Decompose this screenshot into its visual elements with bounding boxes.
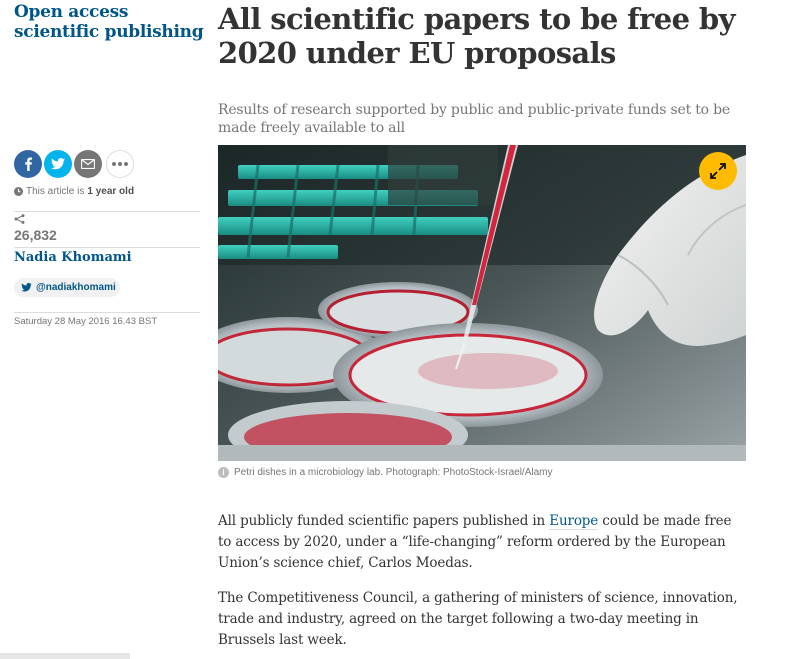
series-title[interactable]: Open access scientific publishing (14, 2, 204, 42)
email-icon (81, 159, 95, 169)
expand-icon (710, 163, 726, 179)
more-share-button[interactable] (106, 150, 134, 178)
author-byline[interactable]: Nadia Khomami (14, 250, 132, 265)
article-age-value: 1 year old (87, 186, 135, 197)
europe-link[interactable]: Europe (549, 513, 598, 530)
clock-icon (14, 187, 23, 196)
share-icon (14, 214, 25, 224)
article-age: This article is 1 year old (14, 186, 134, 197)
p1-text-start: All publicly funded scientific papers pu… (218, 513, 546, 529)
twitter-handle: @nadiakhomami (36, 282, 116, 293)
info-icon: i (218, 467, 229, 478)
facebook-icon (25, 157, 32, 171)
bottom-scroll-strip (0, 653, 130, 659)
headline: All scientific papers to be free by 2020… (218, 2, 735, 70)
twitter-icon (21, 283, 32, 292)
author-twitter-link[interactable]: @nadiakhomami (14, 278, 120, 297)
publish-date: Saturday 28 May 2016 16.43 BST (14, 316, 158, 327)
more-icon (112, 162, 128, 166)
standfirst: Results of research supported by public … (218, 102, 730, 136)
article-age-prefix: This article is (26, 186, 85, 197)
expand-image-button[interactable] (699, 152, 737, 190)
image-caption-text: Petri dishes in a microbiology lab. Phot… (234, 467, 553, 478)
twitter-icon (51, 158, 65, 170)
petri-dish-photo (218, 145, 746, 461)
divider (14, 211, 200, 212)
body-paragraph-2: The Competitiveness Council, a gathering… (218, 590, 738, 648)
image-caption: i Petri dishes in a microbiology lab. Ph… (218, 467, 553, 478)
article-image[interactable] (218, 145, 746, 461)
share-count: 26,832 (14, 227, 57, 243)
twitter-share-button[interactable] (44, 150, 72, 178)
facebook-share-button[interactable] (14, 150, 42, 178)
divider (14, 312, 200, 313)
body-paragraph-1: All publicly funded scientific papers pu… (218, 511, 748, 574)
divider (14, 247, 200, 248)
share-buttons (14, 150, 135, 178)
email-share-button[interactable] (74, 150, 102, 178)
